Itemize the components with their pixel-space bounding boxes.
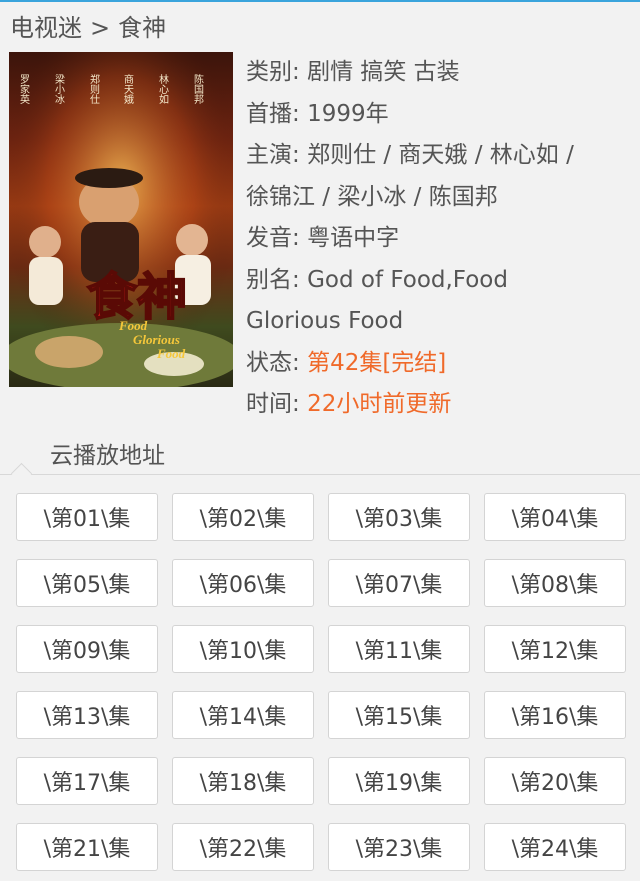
poster-figure-left — [29, 226, 61, 258]
status-label: 状态: — [246, 349, 300, 376]
episode-grid: \第01\集 \第02\集 \第03\集 \第04\集 \第05\集 \第06\… — [16, 493, 628, 871]
episode-button[interactable]: \第17\集 — [16, 757, 158, 805]
poster-cast-name: 林心如 — [157, 73, 169, 105]
episode-button[interactable]: \第11\集 — [328, 625, 470, 673]
breadcrumb-current: 食神 — [118, 14, 167, 42]
episode-button[interactable]: \第02\集 — [172, 493, 314, 541]
poster-image: 罗家英 梁小冰 郑则仕 商天娥 林心如 陈国邦 食神 Food Glorious… — [9, 52, 233, 387]
episode-button[interactable]: \第10\集 — [172, 625, 314, 673]
cast-row-continued: 徐锦江 / 梁小冰 / 陈国邦 — [246, 177, 631, 219]
time-label: 时间: — [246, 391, 300, 417]
episode-button[interactable]: \第03\集 — [328, 493, 470, 541]
alias-row: 别名: God of Food,Food — [246, 260, 631, 302]
episode-button[interactable]: \第09\集 — [16, 625, 158, 673]
poster-figure-right — [176, 224, 208, 256]
cast-value-line1: 郑则仕 / 商天娥 / 林心如 / — [307, 142, 574, 168]
premiere-label: 首播: — [246, 100, 300, 127]
status-row: 状态: 第42集[完结] — [246, 343, 631, 385]
episode-button[interactable]: \第08\集 — [484, 559, 626, 607]
poster-food-dish — [35, 336, 103, 368]
episode-button[interactable]: \第04\集 — [484, 493, 626, 541]
time-row: 时间: 22小时前更新 — [246, 384, 631, 426]
status-value: 第42集[完结] — [307, 349, 447, 376]
audio-row: 发音: 粤语中字 — [246, 218, 631, 260]
episode-button[interactable]: \第13\集 — [16, 691, 158, 739]
category-label: 类别: — [246, 59, 300, 85]
alias-row-continued: Glorious Food — [246, 301, 631, 343]
episode-button[interactable]: \第14\集 — [172, 691, 314, 739]
breadcrumb: 电视迷 > 食神 — [10, 8, 166, 43]
show-info: 类别: 剧情 搞笑 古装 首播: 1999年 主演: 郑则仕 / 商天娥 / 林… — [246, 52, 631, 426]
premiere-row: 首播: 1999年 — [246, 94, 631, 136]
audio-value: 粤语中字 — [307, 225, 400, 251]
alias-label: 别名: — [246, 266, 300, 293]
breadcrumb-home-link[interactable]: 电视迷 — [10, 8, 82, 43]
episode-button[interactable]: \第05\集 — [16, 559, 158, 607]
cast-label: 主演: — [246, 142, 300, 168]
breadcrumb-separator: > — [90, 14, 111, 42]
section-tab-pointer — [10, 462, 33, 485]
poster-cast-name: 梁小冰 — [53, 73, 65, 104]
episode-button[interactable]: \第21\集 — [16, 823, 158, 871]
episode-button[interactable]: \第22\集 — [172, 823, 314, 871]
episode-button[interactable]: \第18\集 — [172, 757, 314, 805]
poster-cast-name: 商天娥 — [122, 73, 134, 104]
poster-english-title: Food — [118, 318, 148, 333]
poster-cast-name: 罗家英 — [18, 74, 30, 105]
alias-value-line2: Glorious Food — [246, 308, 404, 334]
episode-button[interactable]: \第19\集 — [328, 757, 470, 805]
time-value: 22小时前更新 — [307, 391, 452, 417]
episode-button[interactable]: \第16\集 — [484, 691, 626, 739]
episode-button[interactable]: \第20\集 — [484, 757, 626, 805]
poster-figure-hat — [75, 168, 143, 188]
episode-button[interactable]: \第07\集 — [328, 559, 470, 607]
episode-button[interactable]: \第24\集 — [484, 823, 626, 871]
premiere-value: 1999年 — [307, 100, 389, 127]
tab-cloud-playback[interactable]: 云播放地址 — [50, 436, 165, 470]
top-accent-line — [0, 0, 640, 2]
section-divider — [0, 474, 640, 475]
category-value: 剧情 搞笑 古装 — [307, 59, 460, 85]
audio-label: 发音: — [246, 225, 300, 251]
episode-button[interactable]: \第01\集 — [16, 493, 158, 541]
poster-english-title: Glorious — [133, 332, 180, 347]
episode-button[interactable]: \第15\集 — [328, 691, 470, 739]
poster-english-title: Food — [156, 346, 186, 361]
episode-button[interactable]: \第06\集 — [172, 559, 314, 607]
alias-value-line1: God of Food,Food — [307, 266, 508, 293]
poster-cast-name: 郑则仕 — [88, 73, 100, 105]
episode-button[interactable]: \第23\集 — [328, 823, 470, 871]
episode-button[interactable]: \第12\集 — [484, 625, 626, 673]
poster-figure-left-dress — [29, 257, 63, 305]
poster-cast-name: 陈国邦 — [192, 73, 204, 105]
cast-value-line2: 徐锦江 / 梁小冰 / 陈国邦 — [246, 183, 498, 210]
poster-art: 罗家英 梁小冰 郑则仕 商天娥 林心如 陈国邦 食神 Food Glorious… — [9, 52, 233, 387]
cast-row: 主演: 郑则仕 / 商天娥 / 林心如 / — [246, 135, 631, 177]
category-row: 类别: 剧情 搞笑 古装 — [246, 52, 631, 94]
